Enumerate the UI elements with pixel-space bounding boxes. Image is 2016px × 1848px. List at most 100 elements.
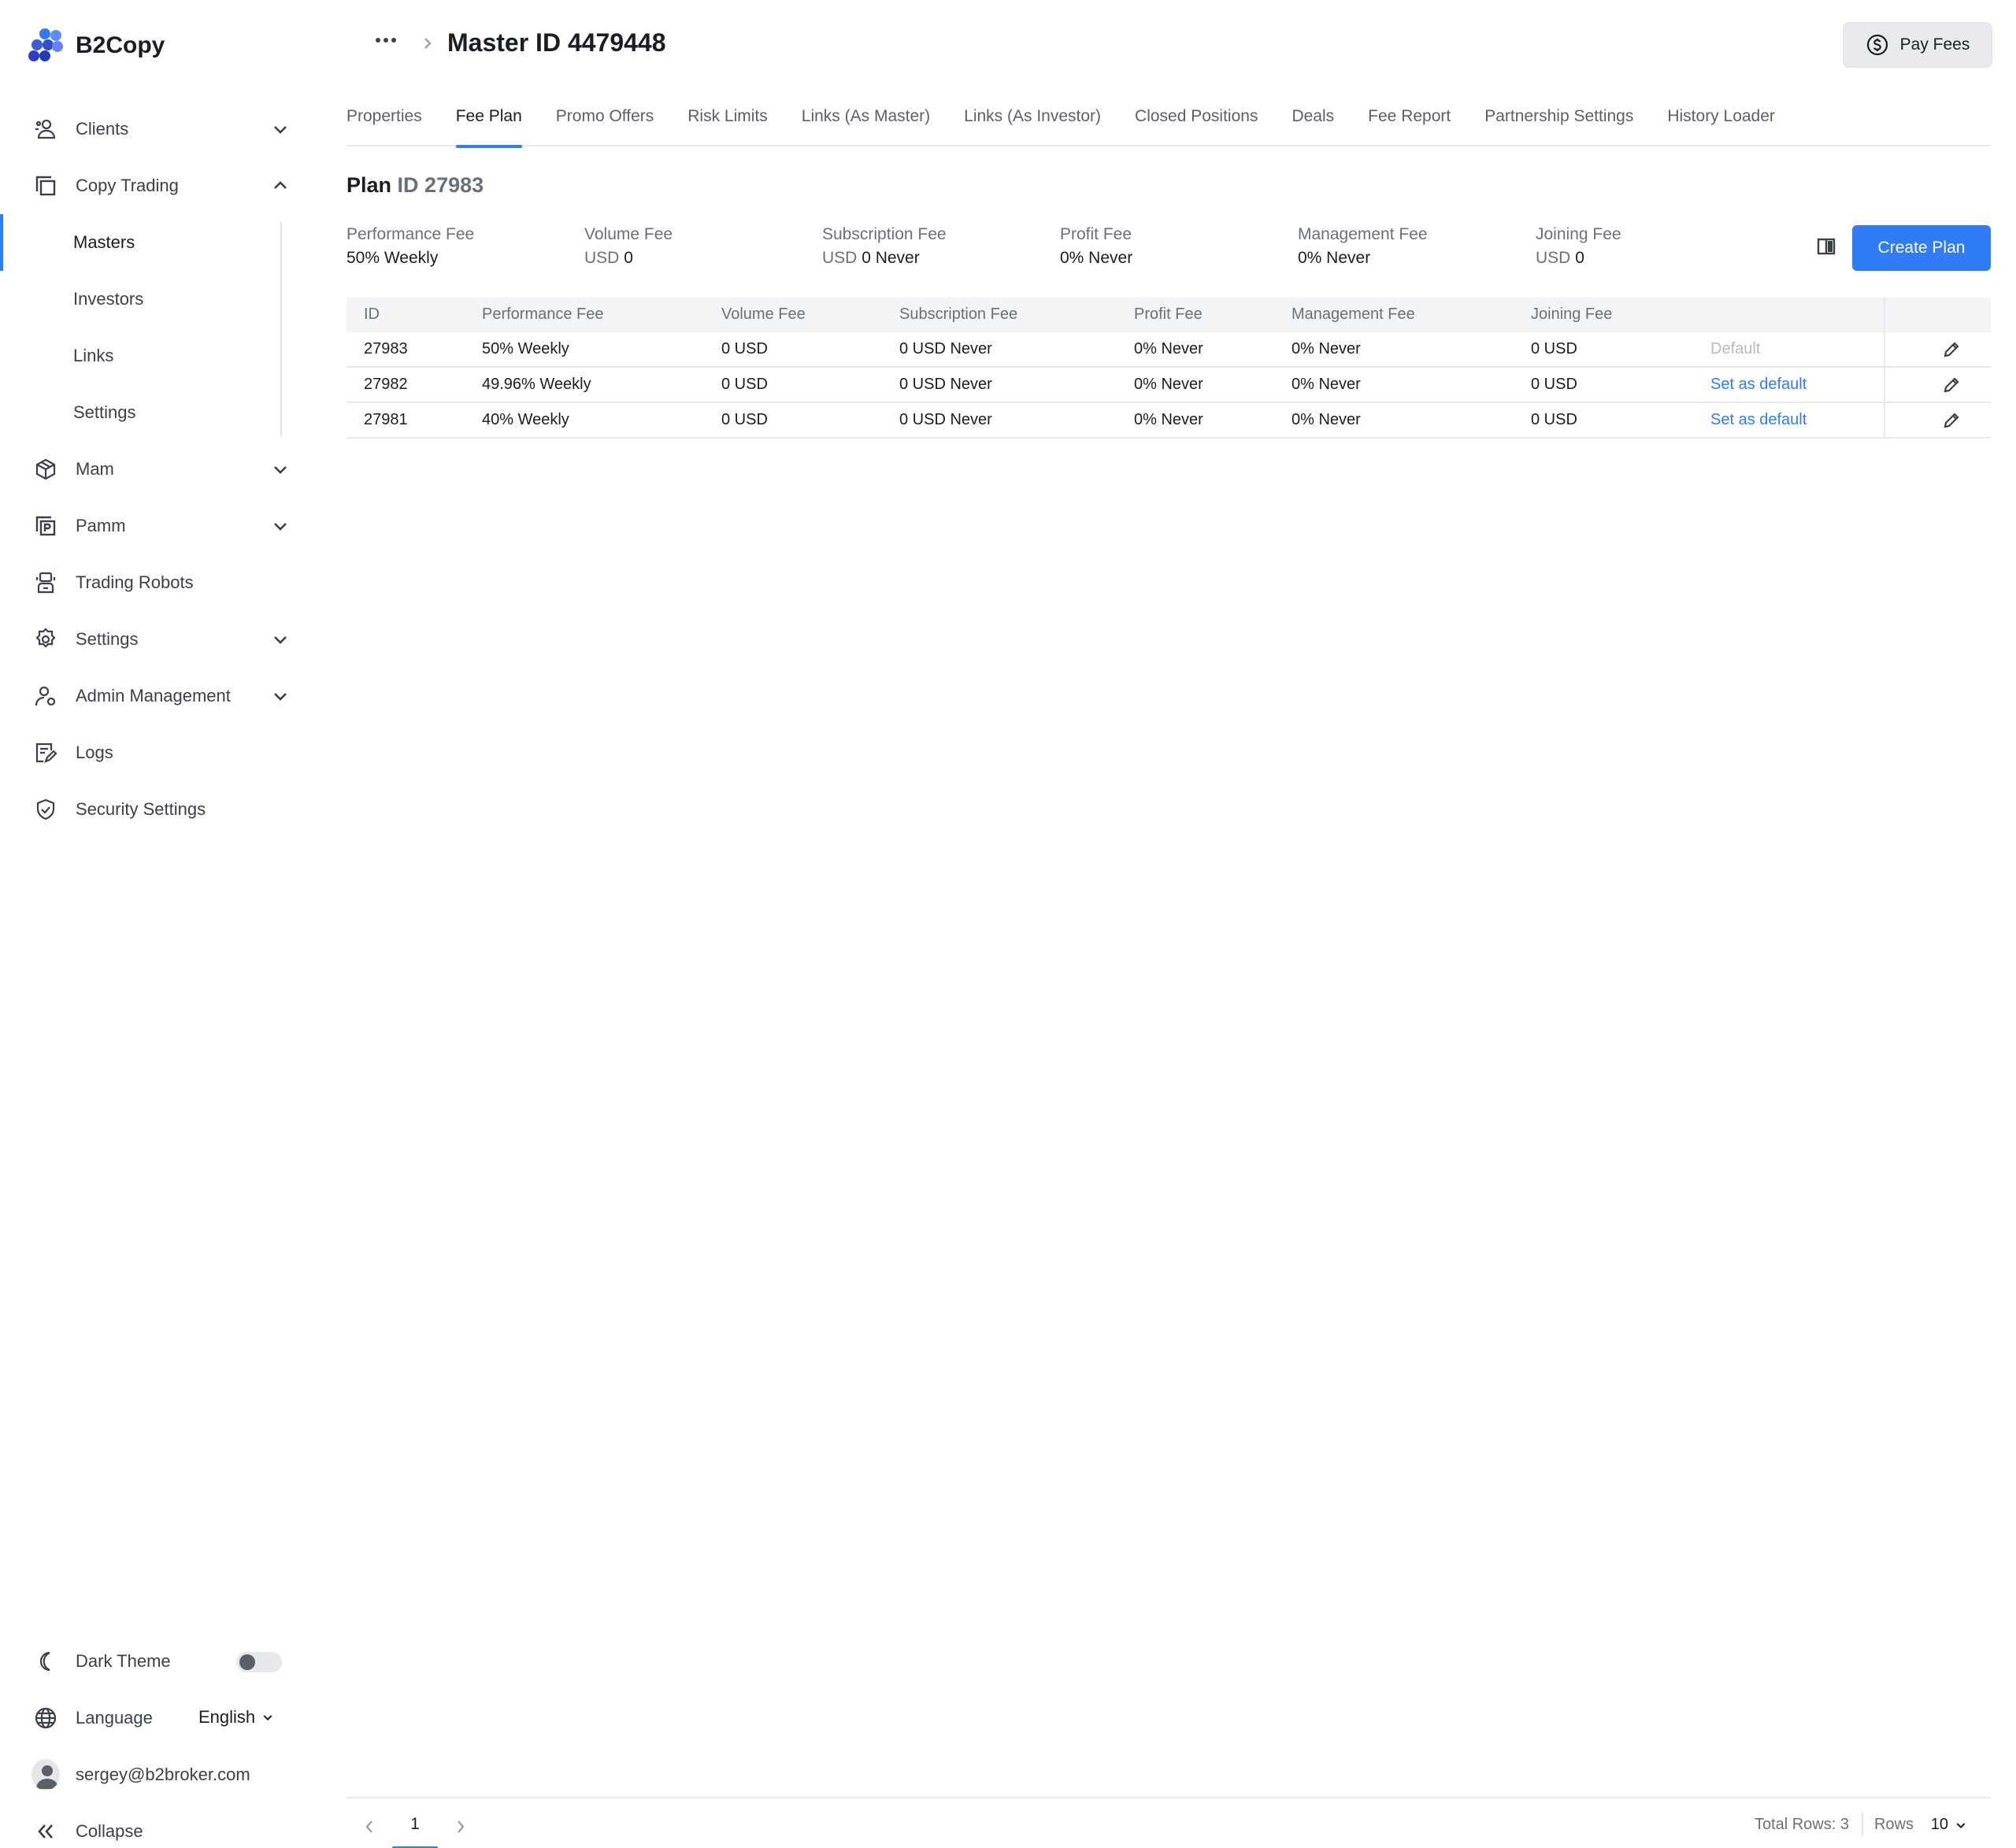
sidebar-item-label: Clients [76, 119, 129, 139]
sidebar-subitem-settings[interactable]: Settings [0, 384, 315, 441]
cell-profit-fee: 0% Never [1134, 411, 1203, 428]
sidebar-subitem-masters[interactable]: Masters [0, 214, 315, 271]
sidebar-item-label: Settings [76, 629, 139, 649]
chevron-down-icon [274, 636, 287, 644]
column-header: Performance Fee [482, 306, 604, 323]
sidebar-item-security-settings[interactable]: Security Settings [0, 781, 315, 838]
cell-subscription-fee: 0 USD Never [899, 340, 992, 357]
cell-volume-fee: 0 USD [721, 376, 768, 393]
user-row[interactable]: sergey@b2broker.com [0, 1746, 315, 1803]
columns-icon[interactable] [1816, 236, 1836, 257]
rows-per-page-select[interactable]: 10 [1931, 1816, 1967, 1834]
moon-icon [32, 1647, 60, 1676]
sidebar-subitem-label: Masters [73, 232, 135, 252]
language-select[interactable]: English [198, 1707, 274, 1728]
cell-subscription-fee: 0 USD Never [899, 411, 992, 428]
language-label: Language [76, 1708, 153, 1728]
pay-fees-label: Pay Fees [1899, 35, 1970, 54]
sidebar-item-pamm[interactable]: Pamm [0, 498, 315, 554]
cube-icon [32, 455, 60, 483]
dollar-coin-icon [1866, 34, 1888, 56]
summary-value-text: 0% Never [1298, 249, 1371, 267]
edit-pencil-icon[interactable] [1942, 411, 1961, 430]
collapse-button[interactable]: Collapse [0, 1803, 315, 1848]
tab-links-as-investor[interactable]: Links (As Investor) [964, 101, 1101, 146]
sidebar-item-label: Copy Trading [76, 176, 179, 195]
tab-partnership-settings[interactable]: Partnership Settings [1484, 101, 1633, 146]
column-separator [1884, 298, 1885, 332]
app-name: B2Copy [76, 32, 165, 58]
chevron-left-icon[interactable] [364, 1819, 375, 1835]
user-avatar [32, 1759, 60, 1791]
chevron-down-icon [274, 693, 287, 701]
chevron-right-icon[interactable] [455, 1819, 466, 1835]
b2copy-logo-icon [28, 28, 63, 63]
sidebar-item-clients[interactable]: Clients [0, 101, 315, 157]
edit-pencil-icon[interactable] [1942, 340, 1961, 359]
create-plan-button[interactable]: Create Plan [1852, 225, 1991, 271]
chevron-down-icon [274, 466, 287, 474]
cell-management-fee: 0% Never [1292, 411, 1361, 428]
sidebar-item-logs[interactable]: Logs [0, 724, 315, 781]
cell-subscription-fee: 0 USD Never [899, 376, 992, 393]
sidebar-subitem-investors[interactable]: Investors [0, 271, 315, 328]
tab-deals[interactable]: Deals [1292, 101, 1334, 146]
chevron-down-icon [274, 126, 287, 134]
table-row: 27982 49.96% Weekly 0 USD 0 USD Never 0%… [346, 368, 1991, 403]
tab-risk-limits[interactable]: Risk Limits [687, 101, 768, 146]
toggle-knob [239, 1654, 255, 1670]
page-header: Master ID 4479448 Pay Fees [346, 0, 2016, 88]
summary-unit: USD [822, 249, 858, 267]
set-as-default-link[interactable]: Set as default [1710, 376, 1807, 394]
summary-joining-fee: Joining Fee USD 0 [1536, 225, 1621, 268]
more-dots-icon[interactable] [375, 36, 397, 44]
cell-performance-fee: 50% Weekly [482, 340, 569, 357]
dark-theme-label: Dark Theme [76, 1651, 171, 1671]
tab-closed-positions[interactable]: Closed Positions [1135, 101, 1258, 146]
sidebar-item-trading-robots[interactable]: Trading Robots [0, 554, 315, 611]
sidebar-subitem-links[interactable]: Links [0, 328, 315, 384]
shield-icon [32, 795, 60, 824]
set-as-default-link[interactable]: Set as default [1710, 411, 1807, 429]
summary-value-text: 0% Never [1060, 249, 1133, 267]
gear-icon [32, 625, 60, 654]
tab-history-loader[interactable]: History Loader [1667, 101, 1775, 146]
cell-performance-fee: 40% Weekly [482, 411, 569, 428]
page-number-button[interactable]: 1 [392, 1798, 438, 1848]
tab-fee-plan[interactable]: Fee Plan [455, 101, 522, 148]
tab-properties[interactable]: Properties [346, 101, 422, 146]
summary-value-text: 0 Never [862, 249, 920, 267]
sidebar-item-mam[interactable]: Mam [0, 441, 315, 498]
divider [1862, 1813, 1863, 1836]
summary-value: 0% Never [1060, 249, 1132, 268]
page-title: Master ID 4479448 [447, 28, 666, 57]
dark-theme-toggle[interactable] [236, 1652, 282, 1672]
sidebar-item-copy-trading[interactable]: Copy Trading [0, 157, 315, 214]
pay-fees-button[interactable]: Pay Fees [1843, 22, 1992, 68]
tab-links-as-master[interactable]: Links (As Master) [802, 101, 930, 146]
collapse-label: Collapse [76, 1821, 143, 1841]
chevron-up-icon [274, 181, 287, 189]
cell-joining-fee: 0 USD [1531, 340, 1577, 357]
summary-value-text: 50% Weekly [346, 249, 439, 267]
cell-joining-fee: 0 USD [1531, 411, 1577, 428]
cell-profit-fee: 0% Never [1134, 376, 1203, 393]
edit-pencil-icon[interactable] [1942, 376, 1961, 394]
sidebar-item-settings[interactable]: Settings [0, 611, 315, 668]
summary-value-text: 0 [624, 249, 633, 267]
tab-fee-report[interactable]: Fee Report [1368, 101, 1451, 146]
chevron-down-icon [263, 1715, 272, 1721]
cell-management-fee: 0% Never [1292, 340, 1361, 357]
table-header: ID Performance Fee Volume Fee Subscripti… [346, 298, 1991, 332]
app-logo[interactable]: B2Copy [28, 28, 165, 63]
language-value: English [198, 1707, 256, 1727]
copy-trading-submenu: Masters Investors Links Settings [0, 214, 315, 441]
fee-plan-table: ID Performance Fee Volume Fee Subscripti… [346, 298, 1991, 439]
summary-unit: USD [584, 249, 620, 267]
column-separator [1884, 368, 1885, 402]
breadcrumb-chevron-icon [424, 38, 432, 49]
sidebar-bottom: Dark Theme Language English sergey@b2bro… [0, 1633, 315, 1848]
robot-icon [32, 568, 60, 597]
sidebar-item-admin-management[interactable]: Admin Management [0, 668, 315, 724]
tab-promo-offers[interactable]: Promo Offers [556, 101, 654, 146]
